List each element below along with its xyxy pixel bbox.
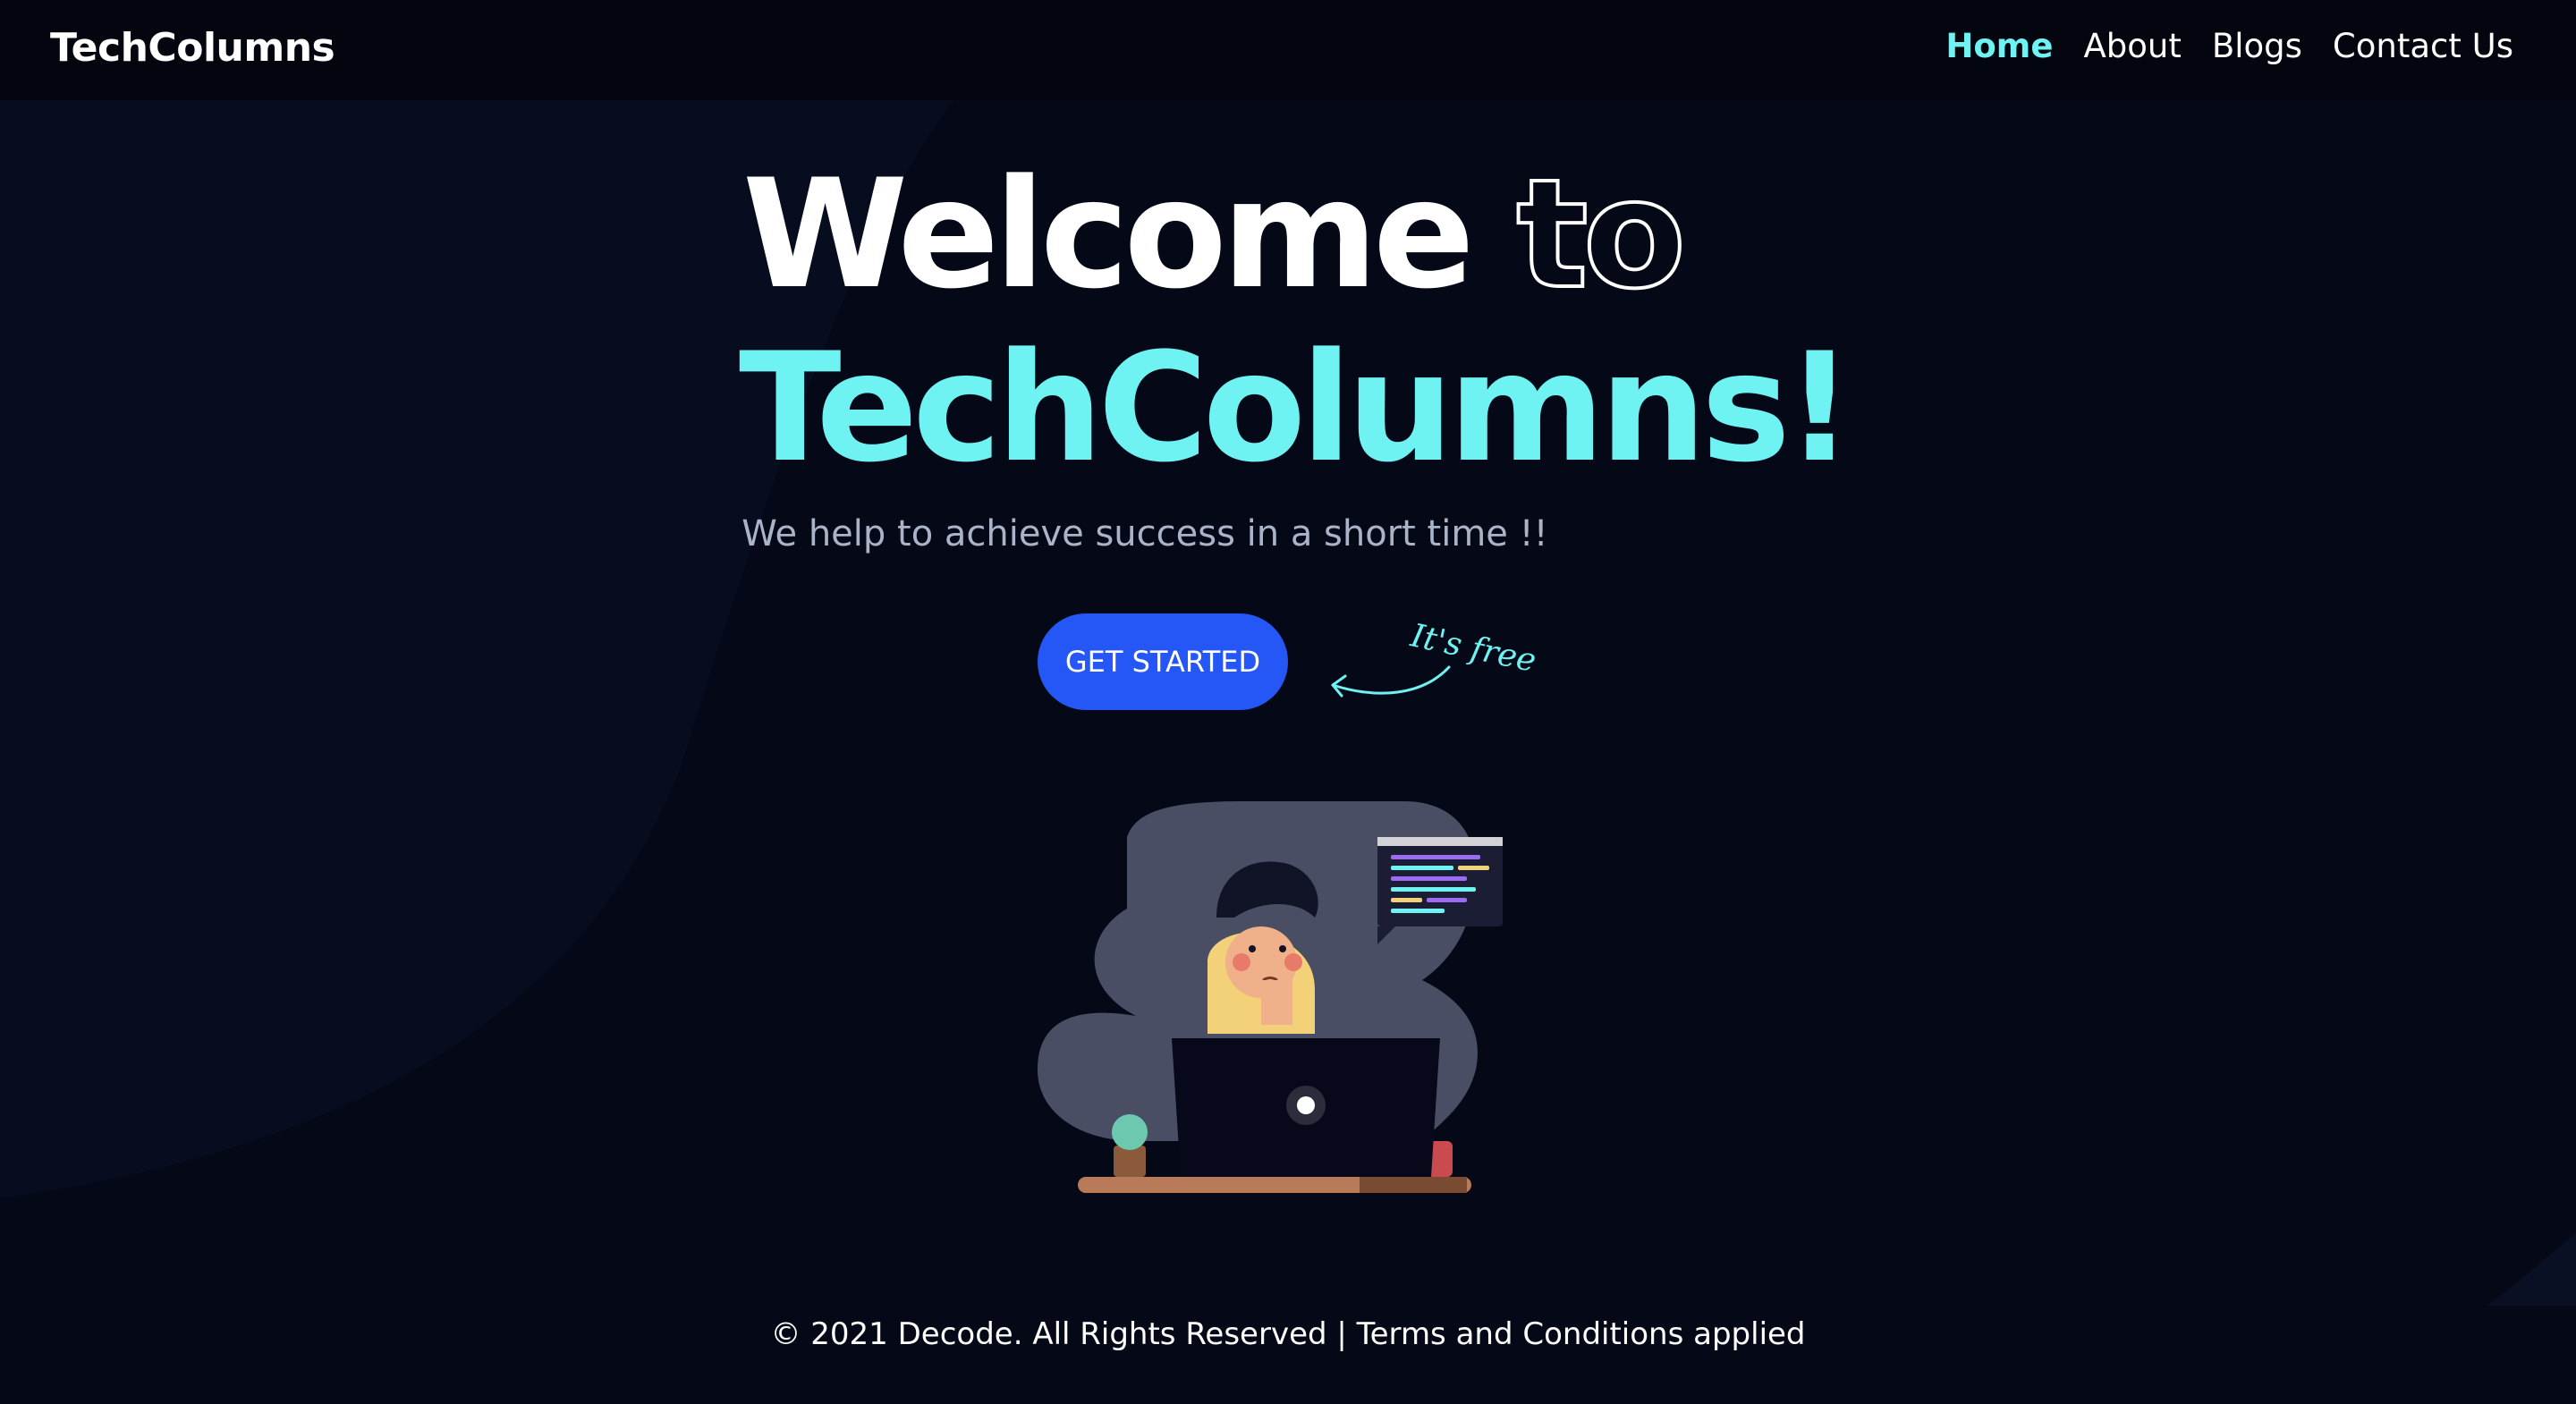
hero-welcome-word: Welcome [742, 147, 1475, 322]
nav-about-link[interactable]: About [2083, 27, 2181, 65]
landing-page: TechColumns Home About Blogs Contact Us … [0, 0, 2576, 1404]
hero-headline-line2: TechColumns! [739, 320, 1854, 495]
arrow-icon [1331, 665, 1451, 698]
hero-to-word: to [1514, 147, 1688, 322]
footer-copyright: © 2021 Decode. All Rights Reserved | Ter… [770, 1316, 1806, 1352]
brand-logo[interactable]: TechColumns [50, 25, 335, 71]
nav-blogs-link[interactable]: Blogs [2212, 27, 2302, 65]
nav-contact-link[interactable]: Contact Us [2333, 27, 2513, 65]
developer-illustration [1038, 801, 1503, 1193]
hero-tagline: We help to achieve success in a short ti… [741, 513, 1548, 554]
nav-home-link[interactable]: Home [1945, 27, 2053, 65]
nav-links: Home About Blogs Contact Us [1945, 27, 2513, 65]
hero-headline-line1: Welcome to [742, 157, 1688, 311]
get-started-button[interactable]: GET STARTED [1038, 613, 1288, 710]
navbar: TechColumns Home About Blogs Contact Us [0, 0, 2576, 100]
